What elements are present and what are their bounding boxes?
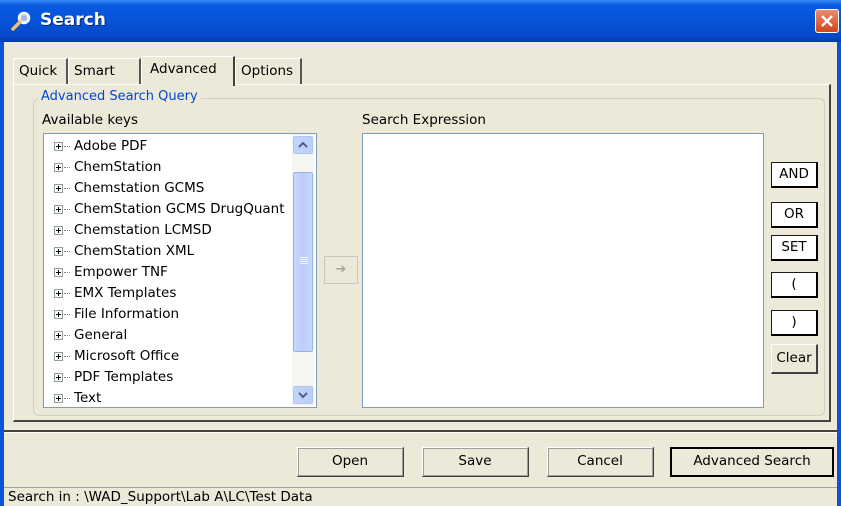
close-icon <box>821 15 833 27</box>
open-paren-button[interactable]: ( <box>771 272 818 298</box>
tree-item-label: Chemstation GCMS <box>74 180 205 196</box>
and-button[interactable]: AND <box>771 162 818 188</box>
close-paren-button[interactable]: ) <box>771 310 818 336</box>
status-bar: Search in : \WAD_Support\Lab A\LC\Test D… <box>4 487 837 506</box>
expand-icon[interactable] <box>54 394 63 403</box>
expand-icon[interactable] <box>54 289 63 298</box>
tree-item-label: Text <box>74 390 102 406</box>
advanced-search-button[interactable]: Advanced Search <box>670 447 834 477</box>
tree-item-file-information[interactable]: File Information <box>44 305 294 325</box>
title-bar[interactable]: Search <box>0 0 841 42</box>
tree-item-chemstation-gcms-drugquant[interactable]: ChemStation GCMS DrugQuant <box>44 200 294 220</box>
scroll-down-button[interactable] <box>293 386 313 404</box>
chevron-down-icon <box>298 392 308 399</box>
expand-icon[interactable] <box>54 226 63 235</box>
tree-item-label: Chemstation LCMSD <box>74 222 212 238</box>
add-key-button[interactable]: ➔ <box>324 256 358 284</box>
tree-item-microsoft-office[interactable]: Microsoft Office <box>44 347 294 367</box>
or-button[interactable]: OR <box>771 202 818 228</box>
tree-item-chemstation-lcmsd[interactable]: Chemstation LCMSD <box>44 221 294 241</box>
tree-item-general[interactable]: General <box>44 326 294 346</box>
tab-label: Advanced <box>150 61 217 77</box>
status-text: Search in : \WAD_Support\Lab A\LC\Test D… <box>8 489 313 505</box>
set-button[interactable]: SET <box>771 235 818 261</box>
save-button[interactable]: Save <box>422 447 529 477</box>
expand-icon[interactable] <box>54 352 63 361</box>
chevron-up-icon <box>298 141 308 148</box>
expand-icon[interactable] <box>54 247 63 256</box>
tree-item-text[interactable]: Text <box>44 389 294 407</box>
tree-item-pdf-templates[interactable]: PDF Templates <box>44 368 294 388</box>
tree-item-label: Empower TNF <box>74 264 168 280</box>
tab-smart[interactable]: Smart <box>68 58 141 84</box>
expand-icon[interactable] <box>54 163 63 172</box>
tab-label: Quick <box>19 63 58 79</box>
available-keys-tree[interactable]: Adobe PDF ChemStation Chemstation GCMS C… <box>43 133 317 408</box>
tree-item-label: ChemStation XML <box>74 243 195 259</box>
arrow-right-icon: ➔ <box>335 262 347 277</box>
tree-item-label: File Information <box>74 306 180 322</box>
tree-item-label: ChemStation GCMS DrugQuant <box>74 201 285 217</box>
divider-highlight <box>4 432 837 433</box>
scroll-up-button[interactable] <box>293 136 313 154</box>
close-button[interactable] <box>815 9 839 33</box>
tab-quick[interactable]: Quick <box>13 58 68 84</box>
tree-item-emx-templates[interactable]: EMX Templates <box>44 284 294 304</box>
tab-label: Options <box>241 63 294 79</box>
tree-item-label: EMX Templates <box>74 285 177 301</box>
search-expression-label: Search Expression <box>362 112 486 128</box>
tab-options[interactable]: Options <box>235 58 302 84</box>
tree-item-label: Microsoft Office <box>74 348 180 364</box>
tree-item-empower-tnf[interactable]: Empower TNF <box>44 263 294 283</box>
tree-item-label: PDF Templates <box>74 369 174 385</box>
tree-item-chemstation-gcms[interactable]: Chemstation GCMS <box>44 179 294 199</box>
expand-icon[interactable] <box>54 268 63 277</box>
search-expression-field[interactable] <box>362 133 764 408</box>
tree-item-label: ChemStation <box>74 159 162 175</box>
expand-icon[interactable] <box>54 331 63 340</box>
tab-label: Smart <box>74 63 115 79</box>
scroll-thumb[interactable] <box>293 172 313 352</box>
tree-item-label: General <box>74 327 128 343</box>
window-frame-left <box>0 42 4 506</box>
window-title: Search <box>40 10 106 30</box>
tab-advanced[interactable]: Advanced <box>141 56 235 86</box>
expand-icon[interactable] <box>54 142 63 151</box>
expand-icon[interactable] <box>54 205 63 214</box>
search-icon <box>10 10 32 32</box>
tree-item-chemstation[interactable]: ChemStation <box>44 158 294 178</box>
cancel-button[interactable]: Cancel <box>547 447 654 477</box>
tree-scrollbar[interactable] <box>292 134 314 406</box>
tree-item-adobe-pdf[interactable]: Adobe PDF <box>44 137 294 157</box>
open-button[interactable]: Open <box>297 447 404 477</box>
expand-icon[interactable] <box>54 184 63 193</box>
tree-item-chemstation-xml[interactable]: ChemStation XML <box>44 242 294 262</box>
window-frame-right <box>837 42 841 506</box>
expand-icon[interactable] <box>54 310 63 319</box>
available-keys-label: Available keys <box>42 112 139 128</box>
expand-icon[interactable] <box>54 373 63 382</box>
group-title: Advanced Search Query <box>38 89 201 104</box>
clear-button[interactable]: Clear <box>771 344 818 374</box>
tree-item-label: Adobe PDF <box>74 138 148 154</box>
